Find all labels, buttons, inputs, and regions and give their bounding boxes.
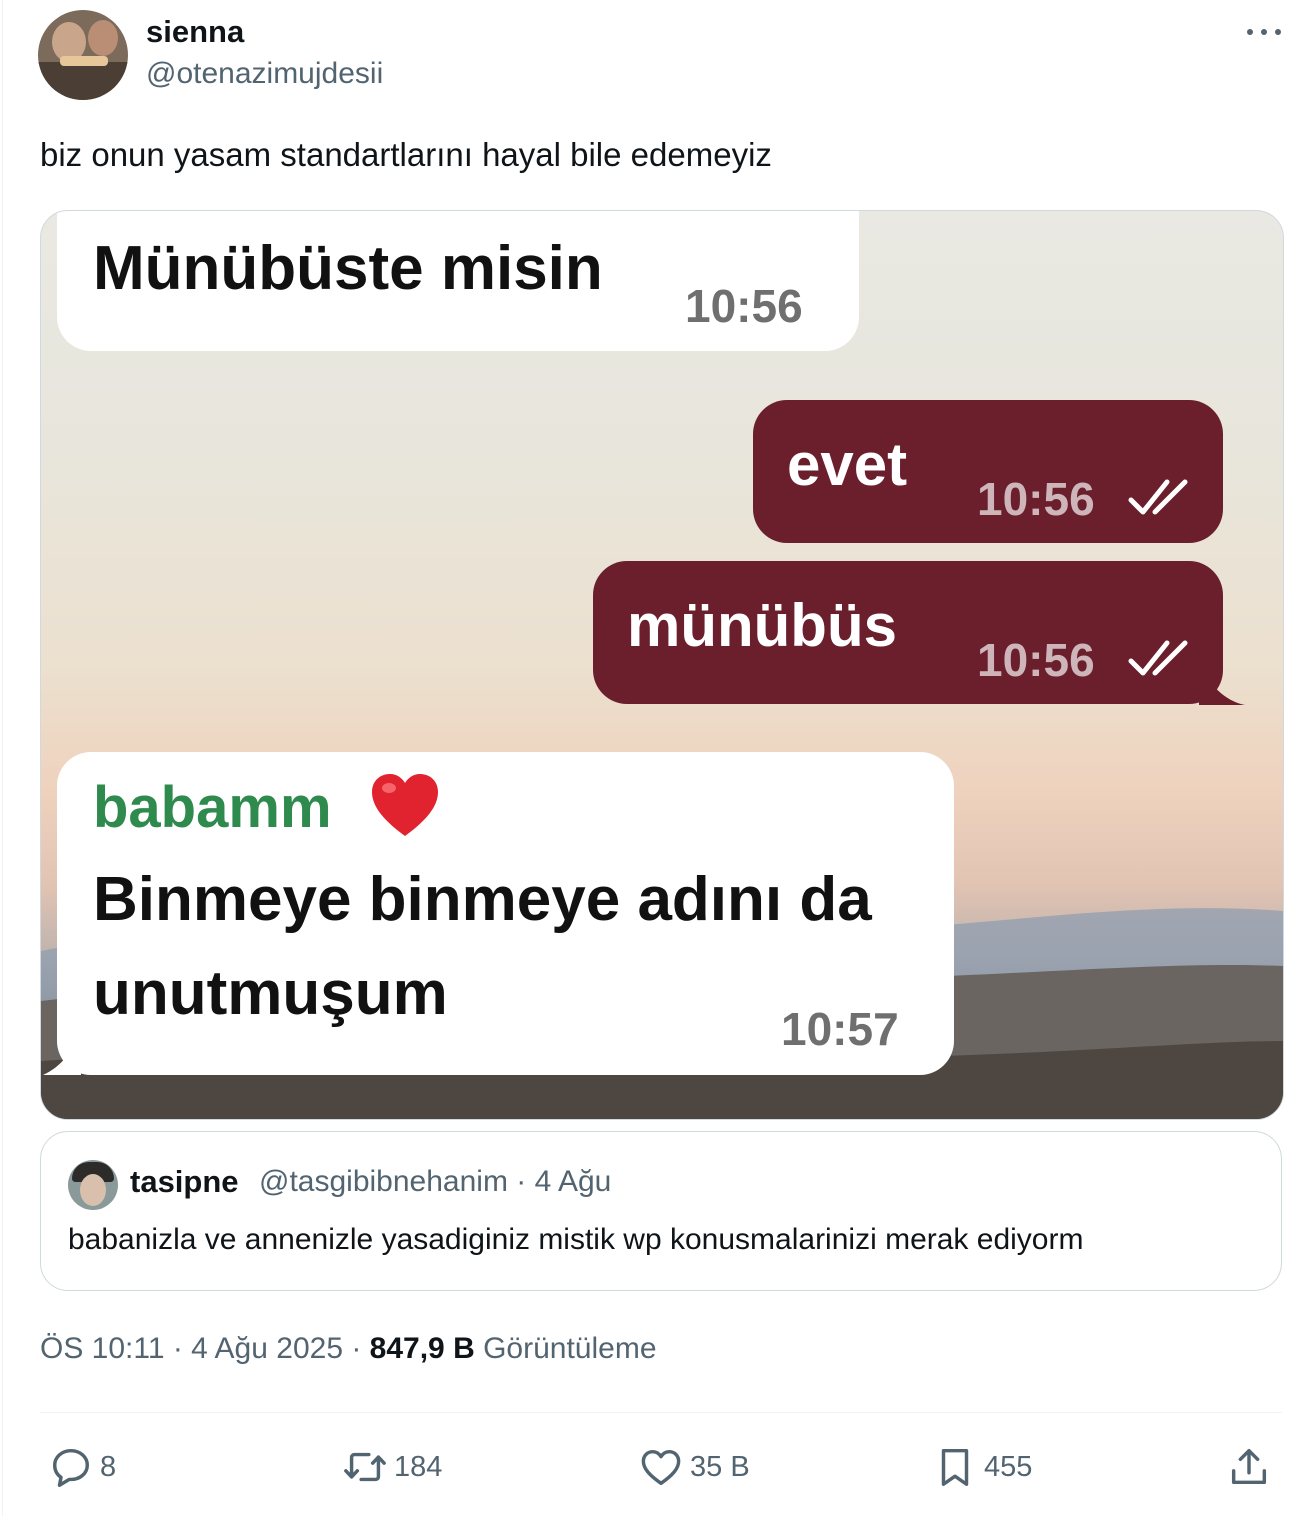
quoted-tweet[interactable]: tasipne @tasgibibnehanim · 4 Ağu babaniz…: [40, 1131, 1282, 1291]
message-bubble-outgoing: evet 10:56: [753, 400, 1223, 543]
bookmark-icon: [941, 1448, 969, 1486]
bookmark-count: 455: [984, 1450, 1033, 1483]
message-text: Binmeye binmeye adını da: [93, 865, 872, 934]
tweet-time-date[interactable]: ÖS 10:11 · 4 Ağu 2025 ·: [40, 1332, 370, 1365]
double-check-icon: [1128, 640, 1188, 676]
reply-button[interactable]: 8: [48, 1440, 116, 1494]
like-count: 35 B: [690, 1450, 750, 1483]
like-button[interactable]: 35 B: [638, 1440, 750, 1494]
tweet-media-image[interactable]: Münübüste misin 10:56 evet 10:56 münübüs…: [40, 210, 1284, 1120]
repost-button[interactable]: 184: [342, 1440, 442, 1494]
timeline-border: [2, 0, 3, 1516]
tweet-timestamp-views: ÖS 10:11 · 4 Ağu 2025 · 847,9 B Görüntül…: [40, 1332, 657, 1366]
author-display-name[interactable]: sienna: [146, 14, 244, 50]
views-label: Görüntüleme: [474, 1332, 657, 1365]
message-text: unutmuşum: [93, 959, 448, 1028]
repost-icon: [344, 1452, 386, 1482]
reply-count: 8: [100, 1450, 117, 1483]
message-bubble-incoming: Münübüste misin 10:56: [57, 211, 859, 351]
reply-icon: [52, 1448, 90, 1487]
share-button[interactable]: [1226, 1440, 1272, 1494]
message-bubble-incoming: babamm Binmeye binmeye adını da unutmuşu…: [57, 752, 954, 1075]
quoted-author-meta: @tasgibibnehanim · 4 Ağu: [259, 1165, 612, 1198]
message-time: 10:56: [977, 634, 1095, 686]
red-heart-icon: [372, 774, 438, 836]
quoted-tweet-text: babanizla ve annenizle yasadiginiz misti…: [68, 1223, 1084, 1256]
quoted-author-avatar[interactable]: [68, 1160, 118, 1210]
double-check-icon: [1128, 479, 1188, 515]
message-text: evet: [787, 431, 908, 498]
author-avatar[interactable]: [38, 10, 128, 100]
message-time: 10:56: [685, 280, 803, 332]
message-time: 10:57: [781, 1003, 899, 1055]
bookmark-button[interactable]: 455: [932, 1440, 1032, 1494]
repost-count: 184: [394, 1450, 443, 1483]
sender-name: babamm: [93, 775, 332, 840]
tweet-text: biz onun yasam standartlarını hayal bile…: [40, 136, 772, 173]
message-time: 10:56: [977, 473, 1095, 525]
share-icon: [1231, 1448, 1267, 1485]
message-text: Münübüste misin: [93, 234, 603, 303]
quoted-author-display-name[interactable]: tasipne: [130, 1164, 239, 1200]
message-bubble-outgoing: münübüs 10:56: [593, 561, 1223, 704]
bubble-tail: [1199, 663, 1245, 705]
views-count: 847,9 B: [369, 1332, 475, 1365]
author-handle[interactable]: @otenazimujdesii: [146, 57, 383, 91]
divider: [40, 1412, 1282, 1413]
more-options-icon[interactable]: [1244, 20, 1284, 44]
message-text: münübüs: [627, 592, 897, 659]
heart-icon: [641, 1449, 681, 1486]
